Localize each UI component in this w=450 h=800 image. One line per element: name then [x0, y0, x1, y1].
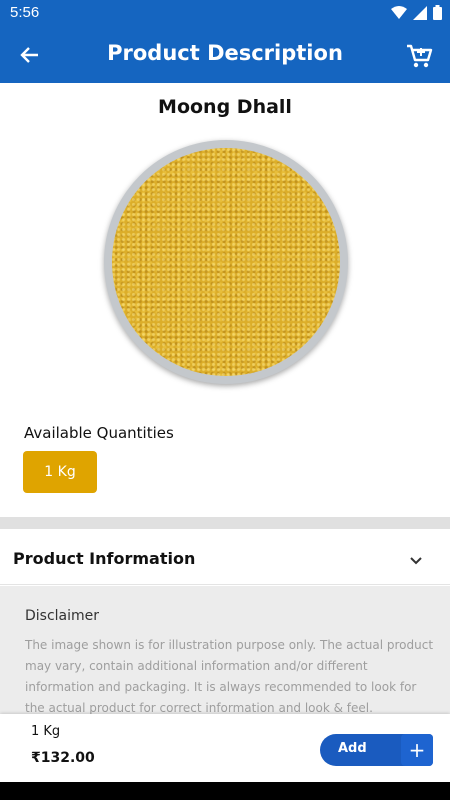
- plus-icon[interactable]: +: [401, 734, 433, 766]
- add-to-cart-button[interactable]: Add +: [320, 734, 433, 766]
- product-image-grains: [112, 148, 340, 376]
- disclaimer-section: Disclaimer The image shown is for illust…: [0, 586, 450, 715]
- bottom-bar: 1 Kg ₹132.00 Add +: [0, 714, 450, 782]
- price: ₹132.00: [31, 750, 95, 766]
- section-divider: [0, 517, 450, 529]
- system-nav-bar: [0, 782, 450, 800]
- product-image: [104, 140, 348, 384]
- status-icons: [391, 5, 442, 20]
- disclaimer-text: The image shown is for illustration purp…: [25, 638, 434, 715]
- chevron-down-icon: [410, 557, 422, 565]
- page-title: Product Description: [107, 41, 343, 65]
- wifi-icon: [391, 5, 407, 19]
- cart-button[interactable]: [402, 39, 436, 73]
- app-bar: Product Description: [0, 27, 450, 83]
- add-label: Add: [338, 741, 367, 756]
- status-time: 5:56: [10, 4, 40, 21]
- selected-quantity: 1 Kg: [31, 724, 61, 739]
- status-bar: 5:56: [0, 0, 450, 27]
- disclaimer-panel: Disclaimer The image shown is for illust…: [0, 586, 450, 715]
- disclaimer-title: Disclaimer: [25, 608, 100, 624]
- signal-icon: [413, 5, 427, 20]
- cart-icon: [407, 44, 433, 68]
- product-information-title: Product Information: [13, 549, 196, 568]
- quantities-label: Available Quantities: [24, 424, 174, 442]
- product-name: Moong Dhall: [158, 96, 292, 118]
- battery-icon: [433, 5, 442, 20]
- quantity-option-1kg[interactable]: 1 Kg: [23, 451, 97, 493]
- product-information-header[interactable]: Product Information: [0, 529, 450, 585]
